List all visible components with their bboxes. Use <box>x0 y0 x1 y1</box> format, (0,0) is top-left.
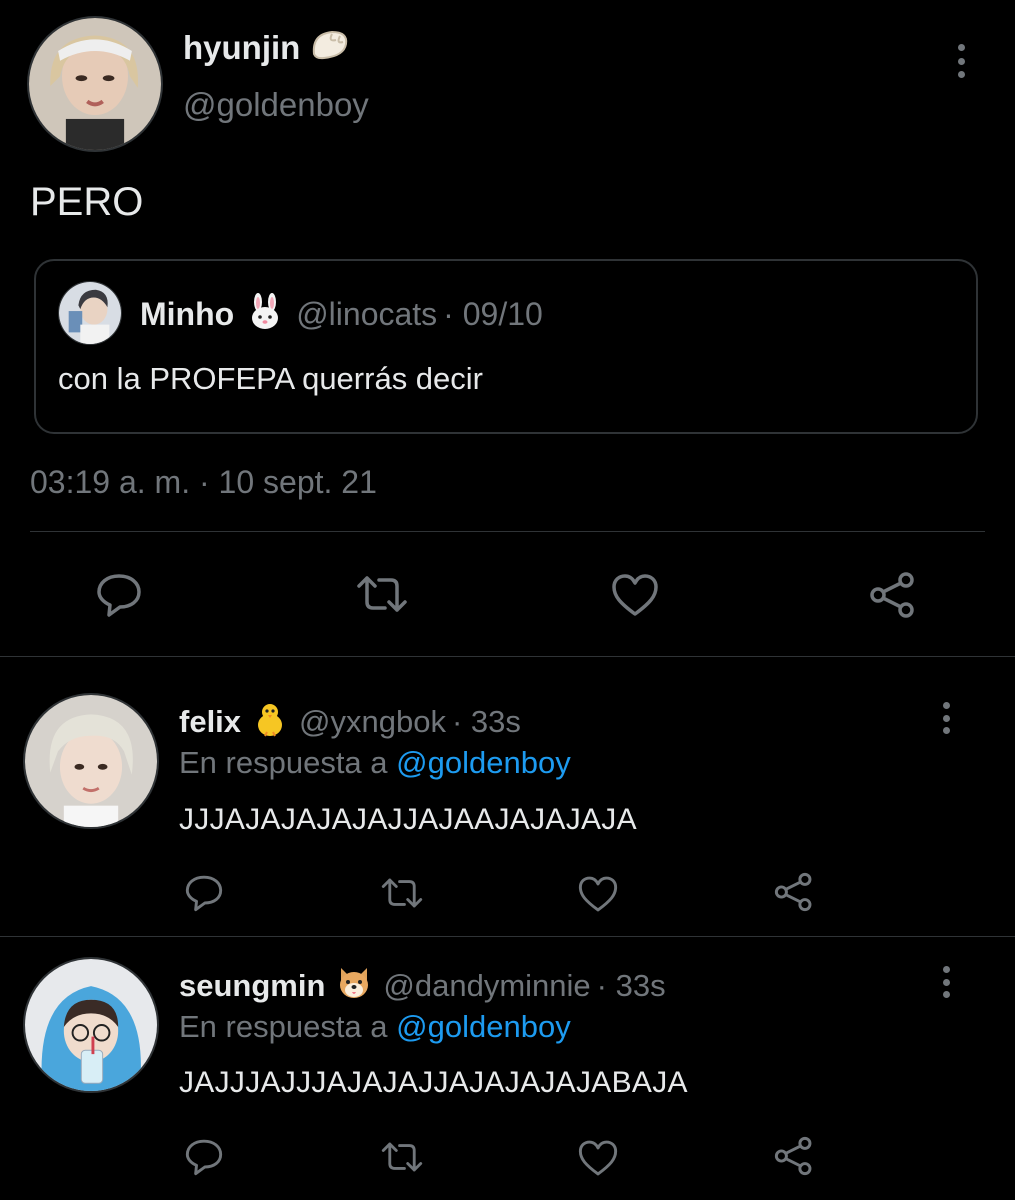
quoted-author-name: Minho <box>140 296 235 332</box>
reply-icon[interactable] <box>184 873 224 913</box>
rabbit-face-icon <box>246 293 284 336</box>
author-avatar[interactable] <box>27 16 163 152</box>
reply-to-mention[interactable]: @goldenboy <box>396 745 571 780</box>
reply-text: JAJJJAJJJAJAJAJJAJAJAJAJABAJA <box>179 1066 688 1099</box>
tweet-text: PERO <box>30 180 144 224</box>
author-handle[interactable]: @goldenboy <box>183 86 369 124</box>
reply-to-prefix: En respuesta a <box>179 745 388 780</box>
reply-icon[interactable] <box>95 572 143 618</box>
share-icon[interactable] <box>868 570 918 620</box>
quoted-author-handle: @linocats <box>296 296 438 332</box>
tweet-timestamp: 03:19 a. m. · 10 sept. 21 <box>30 464 377 500</box>
like-icon[interactable] <box>610 572 660 618</box>
reply-to-mention[interactable]: @goldenboy <box>396 1009 571 1044</box>
reply-text: JJJAJAJAJAJAJJAJAAJAJAJAJA <box>179 803 637 836</box>
quoted-tweet-date: · 09/10 <box>443 296 543 332</box>
baby-chick-icon <box>251 700 289 743</box>
divider <box>0 656 1015 657</box>
retweet-icon[interactable] <box>355 572 409 616</box>
like-icon[interactable] <box>577 1138 619 1178</box>
more-options-icon[interactable] <box>941 966 951 998</box>
reply-time: · 33s <box>451 703 521 739</box>
like-icon[interactable] <box>577 874 619 914</box>
more-options-icon[interactable] <box>941 702 951 734</box>
reply-icon[interactable] <box>184 1137 224 1177</box>
reply-author-name[interactable]: seungmin <box>179 968 325 1004</box>
retweet-icon[interactable] <box>380 874 424 912</box>
dumpling-icon <box>310 28 350 67</box>
reply-time: · 33s <box>596 967 666 1003</box>
share-icon[interactable] <box>773 1135 815 1177</box>
reply-author-handle[interactable]: @yxngbok <box>299 704 446 740</box>
reply-avatar[interactable] <box>23 957 159 1093</box>
author-display-name[interactable]: hyunjin <box>183 29 300 67</box>
reply-to-prefix: En respuesta a <box>179 1009 388 1044</box>
divider <box>0 936 1015 937</box>
reply-author-name[interactable]: felix <box>179 704 241 740</box>
retweet-icon[interactable] <box>380 1138 424 1176</box>
reply-author-handle[interactable]: @dandyminnie <box>383 968 590 1004</box>
quoted-tweet-card[interactable]: Minho @linocats · 09/10 con la PROFEPA q… <box>34 259 978 434</box>
divider <box>30 531 985 532</box>
share-icon[interactable] <box>773 871 815 913</box>
quoted-tweet-text: con la PROFEPA querrás decir <box>58 361 483 396</box>
dog-face-icon <box>335 964 373 1007</box>
more-options-icon[interactable] <box>956 44 966 78</box>
reply-avatar[interactable] <box>23 693 159 829</box>
quoted-author-avatar <box>58 281 122 345</box>
